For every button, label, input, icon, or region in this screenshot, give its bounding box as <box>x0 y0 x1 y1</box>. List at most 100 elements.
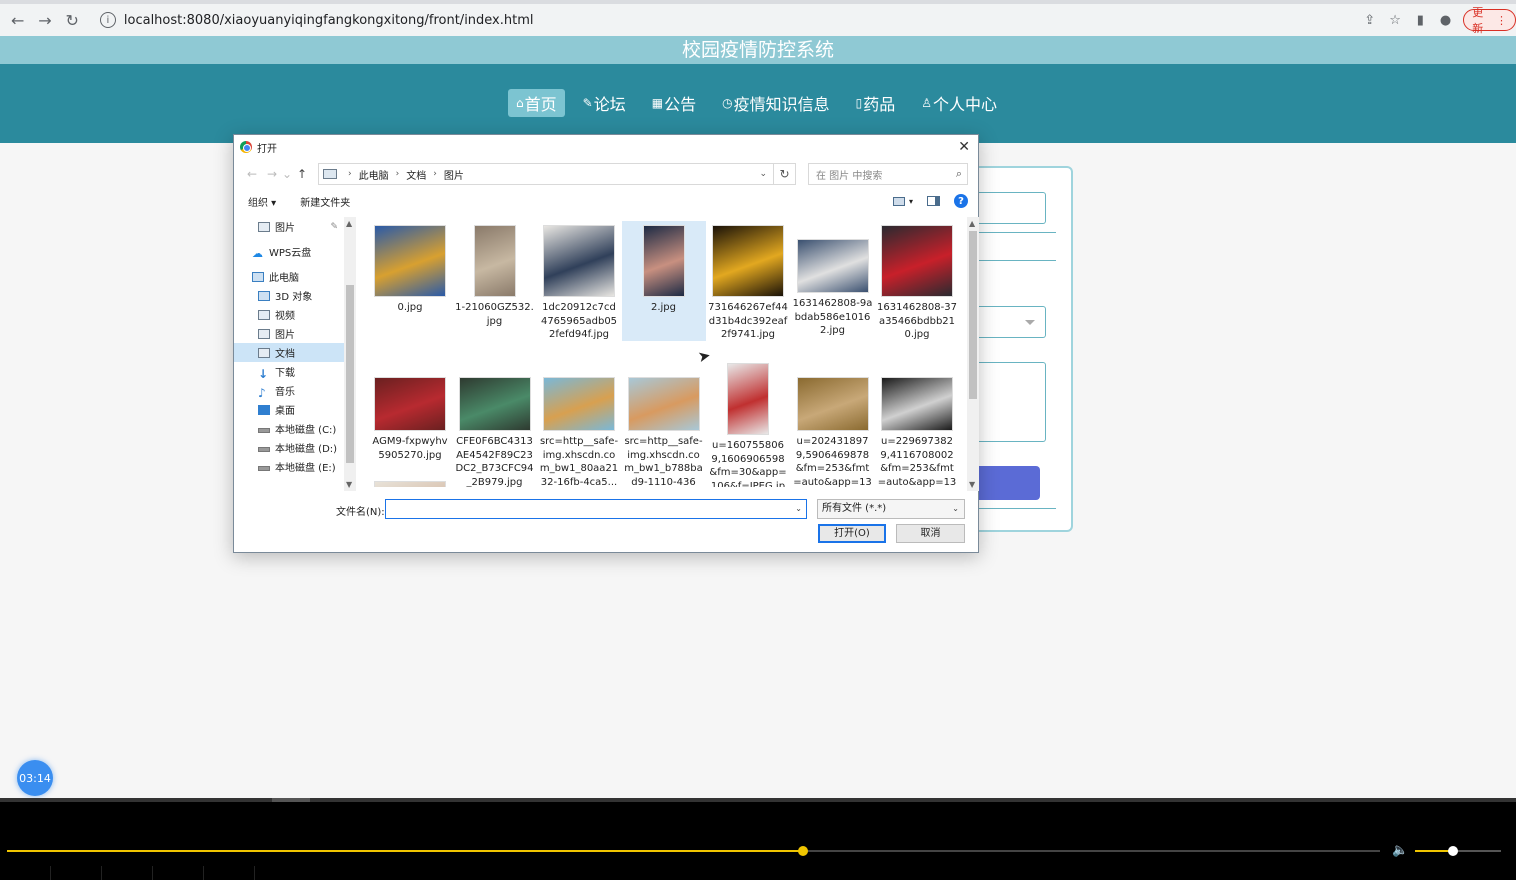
file-item[interactable] <box>368 477 452 487</box>
chevron-down-icon[interactable]: ⌄ <box>795 504 802 513</box>
refresh-icon[interactable]: ↻ <box>774 163 796 185</box>
file-item[interactable]: AGM9-fxpwyhv5905270.jpg <box>368 359 452 479</box>
filename-input[interactable]: ⌄ <box>385 499 807 519</box>
file-name: u=1607558069,1606906598&fm=30&app=106&f=… <box>709 440 787 487</box>
volume-icon[interactable]: 🔈 <box>1392 843 1408 858</box>
form-divider <box>976 260 1056 261</box>
help-icon[interactable]: ? <box>954 194 968 208</box>
share-icon[interactable]: ⇪ <box>1362 12 1377 28</box>
forward-icon[interactable]: → <box>262 167 282 181</box>
sidebar-item[interactable]: 图片 <box>234 324 344 343</box>
forward-icon[interactable]: → <box>33 8 56 32</box>
file-item[interactable]: 1631462808-9abdab586e10162.jpg <box>791 221 875 341</box>
sidebar-item[interactable]: ♪ 音乐 <box>234 381 344 400</box>
sidebar-item[interactable]: 3D 对象 <box>234 286 344 305</box>
chevron-right-icon[interactable]: › <box>348 169 352 179</box>
file-item[interactable]: src=http__safe-img.xhscdn.com_bw1_b788ba… <box>622 359 706 487</box>
file-list-scrollbar-thumb[interactable] <box>969 231 977 399</box>
chevron-right-icon[interactable]: › <box>433 169 437 179</box>
file-item[interactable]: src=http__safe-img.xhscdn.com_bw1_80aa21… <box>537 359 621 487</box>
progress-bar[interactable] <box>7 846 1380 856</box>
recent-dropdown-icon[interactable]: ⌄ <box>282 167 292 181</box>
scroll-up-icon[interactable]: ▲ <box>969 219 975 228</box>
back-icon[interactable]: ← <box>242 167 262 181</box>
volume-slider[interactable] <box>1415 846 1501 856</box>
volume-handle[interactable] <box>1447 846 1458 856</box>
scroll-up-icon[interactable]: ▲ <box>346 219 352 228</box>
file-item[interactable]: 1dc20912c7cd4765965adb052fefd94f.jpg <box>537 221 621 341</box>
nav-scrollbar-thumb[interactable] <box>346 285 354 463</box>
site-info-icon[interactable]: i <box>99 12 116 28</box>
close-icon[interactable]: ✕ <box>958 139 970 155</box>
scroll-down-icon[interactable]: ▼ <box>346 480 352 489</box>
sidebar-item-label: 本地磁盘 (D:) <box>275 444 338 455</box>
preview-pane-icon[interactable] <box>927 196 940 206</box>
bookmark-star-icon[interactable]: ☆ <box>1387 12 1402 28</box>
sidebar-item[interactable]: 此电脑 <box>234 267 344 286</box>
pin-icon[interactable]: ✎ <box>330 222 338 232</box>
note-icon: ▯ <box>855 96 863 110</box>
file-item[interactable]: CFE0F6BC4313AE4542F89C23DC2_B73CFC94_2B9… <box>453 359 537 487</box>
sidebar-item[interactable]: 本地磁盘 (D:) <box>234 438 344 457</box>
back-icon[interactable]: ← <box>6 8 29 32</box>
nav-item-3[interactable]: ◷ 疫情知识信息 <box>714 89 838 117</box>
sidebar-item-label: 音乐 <box>275 387 295 398</box>
sidebar-item[interactable]: ↓ 下载 <box>234 362 344 381</box>
nav-scrollbar[interactable]: ▲ ▼ <box>344 217 356 491</box>
up-icon[interactable]: ↑ <box>292 167 312 181</box>
sidebar-item[interactable]: 本地磁盘 (E:) <box>234 457 344 476</box>
sidebar-item[interactable]: ☁ WPS云盘 <box>234 242 344 261</box>
file-item[interactable]: 1-21060GZ532.jpg <box>453 221 537 341</box>
form-textarea[interactable] <box>976 362 1046 442</box>
breadcrumb[interactable]: › 此电脑 › 文档 › 图片 ⌄ <box>318 163 774 185</box>
nav-item-0[interactable]: ⌂ 首页 <box>508 89 565 117</box>
breadcrumb-item[interactable]: 图片 <box>444 167 464 182</box>
nav-item-label: 公告 <box>664 95 697 114</box>
nav-item-4[interactable]: ▯ 药品 <box>848 89 904 117</box>
view-options-button[interactable]: ▾ <box>892 196 913 206</box>
file-item[interactable]: u=2296973829,4116708002&fm=253&fmt=auto&… <box>875 359 959 487</box>
file-list-scrollbar[interactable]: ▲ ▼ <box>967 217 979 491</box>
cancel-button[interactable]: 取消 <box>896 524 965 543</box>
update-button[interactable]: 更新 ⋮ <box>1463 6 1516 35</box>
file-name: 1-21060GZ532.jpg <box>455 302 534 327</box>
filetype-select[interactable]: 所有文件 (*.*) ⌄ <box>817 499 965 519</box>
nav-item-2[interactable]: ▦ 公告 <box>644 89 704 117</box>
nav-item-5[interactable]: ♙ 个人中心 <box>913 89 1005 117</box>
gift-icon: ▦ <box>651 96 664 110</box>
side-panel-icon[interactable]: ▮ <box>1413 12 1428 28</box>
chevron-right-icon[interactable]: › <box>396 169 400 179</box>
breadcrumb-item[interactable]: 此电脑 <box>359 167 389 182</box>
nav-item-1[interactable]: ✎ 论坛 <box>575 89 634 117</box>
address-bar[interactable]: i localhost:8080/xiaoyuanyiqingfangkongx… <box>91 6 1423 34</box>
breadcrumb-item[interactable]: 文档 <box>406 167 426 182</box>
sidebar-item[interactable]: 图片 ✎ <box>234 217 344 236</box>
file-item[interactable]: 0.jpg <box>368 221 452 341</box>
sidebar-item[interactable]: 文档 <box>234 343 344 362</box>
reload-icon[interactable]: ↻ <box>61 8 84 32</box>
organize-menu[interactable]: 组织 ▾ <box>248 194 276 209</box>
file-item[interactable]: 1631462808-37a35466bdbb210.jpg <box>875 221 959 341</box>
sidebar-item[interactable]: 桌面 <box>234 400 344 419</box>
chevron-down-icon[interactable]: ⌄ <box>759 169 767 179</box>
sidebar-item-label: WPS云盘 <box>269 248 312 259</box>
sidebar-item[interactable]: 视频 <box>234 305 344 324</box>
file-item[interactable]: u=2024318979,5906469878&fm=253&fmt=auto&… <box>791 359 875 487</box>
file-item[interactable]: 731646267ef44d31b4dc392eaf2f9741.jpg <box>706 221 790 341</box>
file-item[interactable]: 2.jpg <box>621 221 706 341</box>
profile-avatar-icon[interactable]: ● <box>1438 12 1453 28</box>
file-item[interactable]: u=1607558069,1606906598&fm=30&app=106&f=… <box>706 359 790 487</box>
search-input[interactable]: 在 图片 中搜索 ⌕ <box>808 163 968 185</box>
sidebar-item[interactable]: 本地磁盘 (C:) <box>234 419 344 438</box>
progress-handle[interactable] <box>798 846 809 856</box>
scroll-down-icon[interactable]: ▼ <box>969 480 975 489</box>
dialog-title: 打开 <box>257 143 277 155</box>
form-submit-button[interactable] <box>976 466 1040 500</box>
filetype-value: 所有文件 (*.*) <box>822 503 887 514</box>
open-button[interactable]: 打开(O) <box>818 524 886 543</box>
search-icon: ⌕ <box>955 167 962 180</box>
form-input[interactable] <box>976 192 1046 224</box>
recording-timer[interactable]: 03:14 <box>17 760 53 796</box>
form-select[interactable] <box>976 306 1046 338</box>
new-folder-button[interactable]: 新建文件夹 <box>300 194 350 209</box>
